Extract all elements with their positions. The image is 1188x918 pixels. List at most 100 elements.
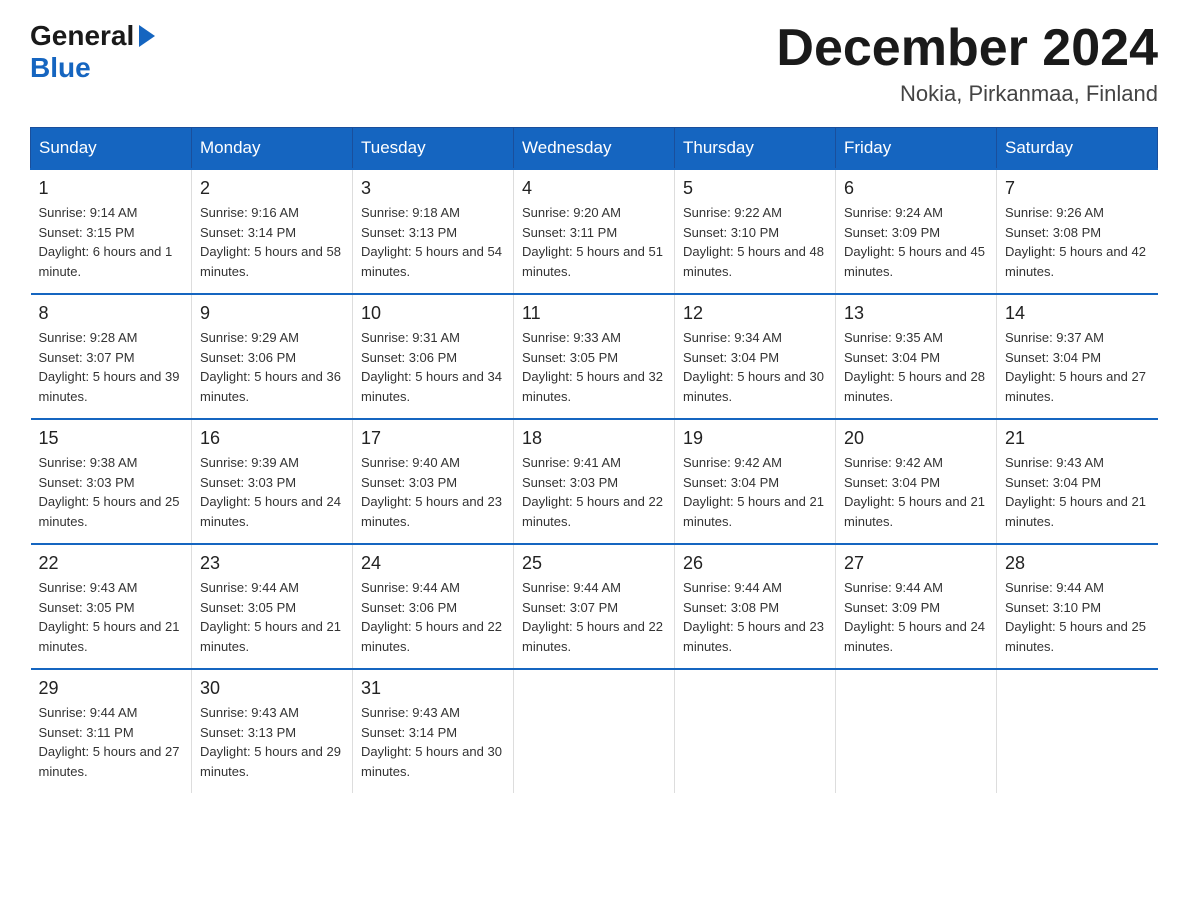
day-info: Sunrise: 9:39 AMSunset: 3:03 PMDaylight:… [200,453,344,531]
logo-arrow-icon [136,25,155,47]
calendar-cell: 23 Sunrise: 9:44 AMSunset: 3:05 PMDayligh… [192,544,353,669]
day-number: 20 [844,428,988,449]
week-row-4: 22Sunrise: 9:43 AMSunset: 3:05 PMDayligh… [31,544,1158,669]
day-info: Sunrise: 9:41 AMSunset: 3:03 PMDaylight:… [522,453,666,531]
calendar-cell: 17 Sunrise: 9:40 AMSunset: 3:03 PMDayligh… [353,419,514,544]
calendar-cell: 7Sunrise: 9:26 AMSunset: 3:08 PMDaylight… [997,169,1158,294]
day-info: Sunrise: 9:18 AMSunset: 3:13 PMDaylight:… [361,203,505,281]
day-number: 21 [1005,428,1150,449]
header-thursday: Thursday [675,128,836,170]
day-number: 12 [683,303,827,324]
day-number: 30 [200,678,344,699]
calendar-cell: 21 Sunrise: 9:43 AMSunset: 3:04 PMDayligh… [997,419,1158,544]
calendar-cell: 1 Sunrise: 9:14 AMSunset: 3:15 PMDaylight… [31,169,192,294]
day-info: Sunrise: 9:42 AMSunset: 3:04 PMDaylight:… [683,453,827,531]
day-info: Sunrise: 9:22 AMSunset: 3:10 PMDaylight:… [683,203,827,281]
day-info: Sunrise: 9:44 AMSunset: 3:06 PMDaylight:… [361,578,505,656]
day-info: Sunrise: 9:40 AMSunset: 3:03 PMDaylight:… [361,453,505,531]
calendar-cell: 25 Sunrise: 9:44 AMSunset: 3:07 PMDayligh… [514,544,675,669]
day-number: 27 [844,553,988,574]
header-saturday: Saturday [997,128,1158,170]
month-title: December 2024 [776,20,1158,77]
day-info: Sunrise: 9:31 AMSunset: 3:06 PMDaylight:… [361,328,505,406]
day-number: 11 [522,303,666,324]
calendar-cell: 11Sunrise: 9:33 AMSunset: 3:05 PMDayligh… [514,294,675,419]
calendar-cell: 6 Sunrise: 9:24 AMSunset: 3:09 PMDaylight… [836,169,997,294]
calendar-cell [514,669,675,793]
logo: General Blue [30,20,155,84]
day-number: 4 [522,178,666,199]
calendar-table: SundayMondayTuesdayWednesdayThursdayFrid… [30,127,1158,793]
day-number: 28 [1005,553,1150,574]
day-number: 2 [200,178,344,199]
day-number: 31 [361,678,505,699]
day-number: 8 [39,303,184,324]
day-number: 16 [200,428,344,449]
day-info: Sunrise: 9:35 AMSunset: 3:04 PMDaylight:… [844,328,988,406]
day-info: Sunrise: 9:44 AMSunset: 3:10 PMDaylight:… [1005,578,1150,656]
day-number: 1 [39,178,184,199]
day-info: Sunrise: 9:29 AMSunset: 3:06 PMDaylight:… [200,328,344,406]
day-info: Sunrise: 9:42 AMSunset: 3:04 PMDaylight:… [844,453,988,531]
calendar-cell: 13 Sunrise: 9:35 AMSunset: 3:04 PMDayligh… [836,294,997,419]
calendar-cell: 16 Sunrise: 9:39 AMSunset: 3:03 PMDayligh… [192,419,353,544]
calendar-cell: 27 Sunrise: 9:44 AMSunset: 3:09 PMDayligh… [836,544,997,669]
day-number: 18 [522,428,666,449]
day-number: 6 [844,178,988,199]
day-info: Sunrise: 9:43 AMSunset: 3:04 PMDaylight:… [1005,453,1150,531]
calendar-cell: 4Sunrise: 9:20 AMSunset: 3:11 PMDaylight… [514,169,675,294]
day-info: Sunrise: 9:44 AMSunset: 3:11 PMDaylight:… [39,703,184,781]
day-info: Sunrise: 9:38 AMSunset: 3:03 PMDaylight:… [39,453,184,531]
day-number: 13 [844,303,988,324]
calendar-cell: 26Sunrise: 9:44 AMSunset: 3:08 PMDayligh… [675,544,836,669]
calendar-cell: 19 Sunrise: 9:42 AMSunset: 3:04 PMDayligh… [675,419,836,544]
calendar-cell: 8 Sunrise: 9:28 AMSunset: 3:07 PMDaylight… [31,294,192,419]
calendar-cell [675,669,836,793]
week-row-5: 29 Sunrise: 9:44 AMSunset: 3:11 PMDayligh… [31,669,1158,793]
day-number: 3 [361,178,505,199]
logo-general: General [30,20,134,52]
day-info: Sunrise: 9:44 AMSunset: 3:05 PMDaylight:… [200,578,344,656]
day-number: 22 [39,553,184,574]
calendar-cell [997,669,1158,793]
calendar-cell: 2Sunrise: 9:16 AMSunset: 3:14 PMDaylight… [192,169,353,294]
calendar-cell: 9Sunrise: 9:29 AMSunset: 3:06 PMDaylight… [192,294,353,419]
week-row-2: 8 Sunrise: 9:28 AMSunset: 3:07 PMDaylight… [31,294,1158,419]
week-row-3: 15 Sunrise: 9:38 AMSunset: 3:03 PMDayligh… [31,419,1158,544]
header-monday: Monday [192,128,353,170]
week-row-1: 1 Sunrise: 9:14 AMSunset: 3:15 PMDaylight… [31,169,1158,294]
day-info: Sunrise: 9:43 AMSunset: 3:13 PMDaylight:… [200,703,344,781]
day-info: Sunrise: 9:44 AMSunset: 3:09 PMDaylight:… [844,578,988,656]
calendar-cell: 24 Sunrise: 9:44 AMSunset: 3:06 PMDayligh… [353,544,514,669]
day-number: 15 [39,428,184,449]
day-info: Sunrise: 9:37 AMSunset: 3:04 PMDaylight:… [1005,328,1150,406]
header-wednesday: Wednesday [514,128,675,170]
title-section: December 2024 Nokia, Pirkanmaa, Finland [776,20,1158,107]
day-number: 7 [1005,178,1150,199]
calendar-cell: 5Sunrise: 9:22 AMSunset: 3:10 PMDaylight… [675,169,836,294]
calendar-cell: 15 Sunrise: 9:38 AMSunset: 3:03 PMDayligh… [31,419,192,544]
day-number: 24 [361,553,505,574]
calendar-cell: 30 Sunrise: 9:43 AMSunset: 3:13 PMDayligh… [192,669,353,793]
day-info: Sunrise: 9:34 AMSunset: 3:04 PMDaylight:… [683,328,827,406]
header-friday: Friday [836,128,997,170]
day-info: Sunrise: 9:14 AMSunset: 3:15 PMDaylight:… [39,203,184,281]
calendar-cell: 28 Sunrise: 9:44 AMSunset: 3:10 PMDayligh… [997,544,1158,669]
calendar-cell: 3 Sunrise: 9:18 AMSunset: 3:13 PMDaylight… [353,169,514,294]
day-number: 26 [683,553,827,574]
day-number: 23 [200,553,344,574]
day-info: Sunrise: 9:24 AMSunset: 3:09 PMDaylight:… [844,203,988,281]
day-number: 19 [683,428,827,449]
calendar-cell: 22Sunrise: 9:43 AMSunset: 3:05 PMDayligh… [31,544,192,669]
calendar-cell [836,669,997,793]
calendar-header-row: SundayMondayTuesdayWednesdayThursdayFrid… [31,128,1158,170]
calendar-cell: 31Sunrise: 9:43 AMSunset: 3:14 PMDayligh… [353,669,514,793]
day-info: Sunrise: 9:28 AMSunset: 3:07 PMDaylight:… [39,328,184,406]
day-info: Sunrise: 9:44 AMSunset: 3:07 PMDaylight:… [522,578,666,656]
day-number: 25 [522,553,666,574]
logo-blue: Blue [30,52,91,84]
day-number: 14 [1005,303,1150,324]
day-number: 17 [361,428,505,449]
day-number: 29 [39,678,184,699]
day-number: 10 [361,303,505,324]
